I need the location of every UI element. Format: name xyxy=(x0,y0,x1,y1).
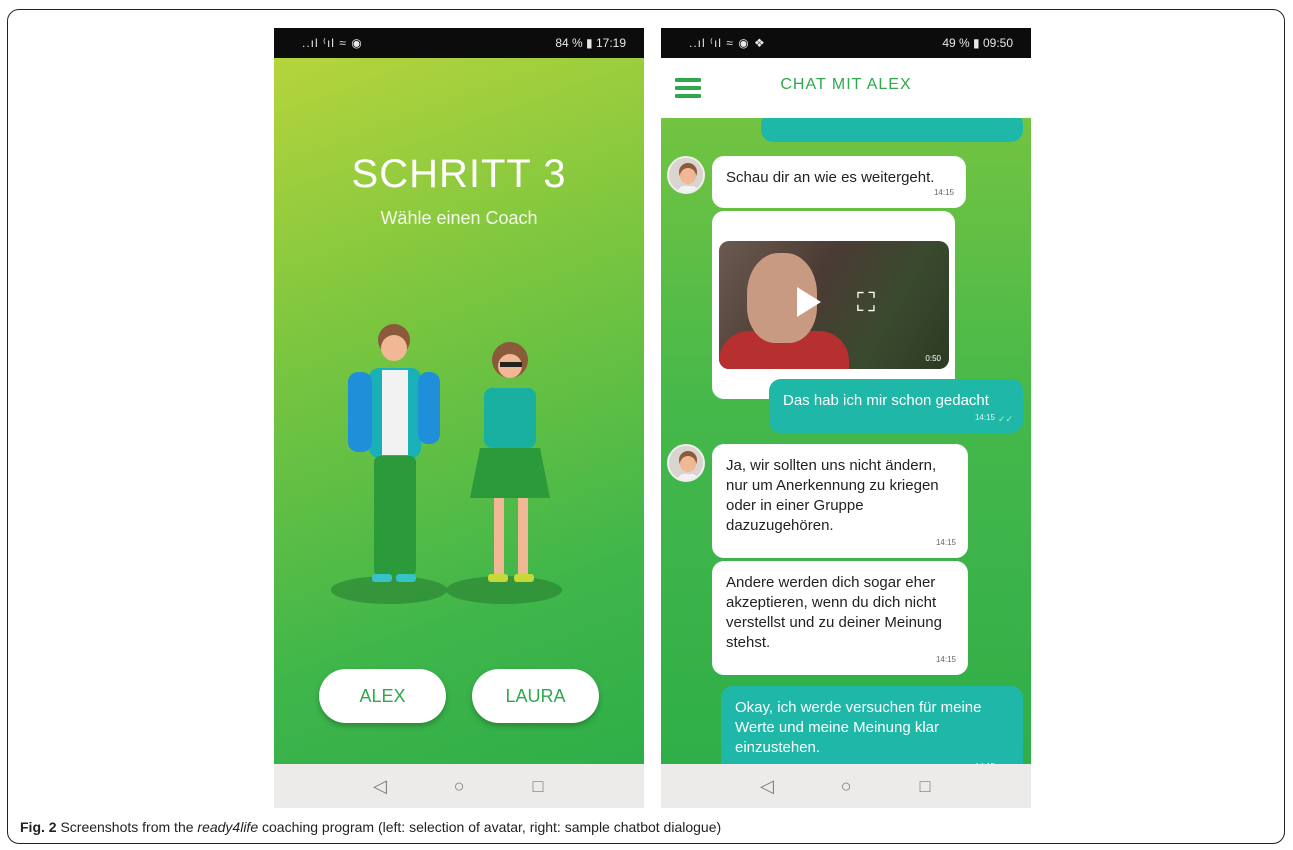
video-duration: 0:50 xyxy=(925,354,941,363)
chat-screen: CHAT MIT ALEX Schau dir an wie es weiter… xyxy=(661,58,1031,782)
back-icon[interactable]: ◁ xyxy=(756,775,778,797)
coach-illustration xyxy=(331,324,562,604)
status-icons-left: ..ıl ⁽ıl ≈ ◉ ❖ xyxy=(689,36,766,50)
message-text: Andere werden dich sogar eher akzeptiere… xyxy=(726,574,942,651)
caption-text: coaching program (left: selection of ava… xyxy=(258,819,722,835)
program-name: ready4life xyxy=(197,819,259,835)
home-icon[interactable]: ○ xyxy=(835,775,857,797)
chat-header: CHAT MIT ALEX xyxy=(661,58,1031,118)
figure-frame xyxy=(7,9,1285,844)
read-receipt-icon: ✓✓ xyxy=(997,414,1013,424)
system-nav-bar: ◁ ○ □ xyxy=(661,764,1031,808)
step-title: SCHRITT 3 xyxy=(351,152,567,196)
message-bubble-outgoing: Das hab ich mir schon gedacht 14:15 ✓✓ xyxy=(769,379,1023,433)
home-icon[interactable]: ○ xyxy=(448,775,470,797)
caption-text: Screenshots from the xyxy=(56,819,198,835)
play-icon[interactable] xyxy=(797,287,821,317)
alex-avatar xyxy=(667,156,705,194)
laura-figure xyxy=(470,342,550,582)
figure-label: Fig. 2 xyxy=(20,819,57,835)
message-time: 14:15 xyxy=(935,538,956,547)
alex-figure xyxy=(348,324,440,582)
message-time: 14:15 xyxy=(935,655,956,664)
status-icons-left: ..ıl ⁽ıl ≈ ◉ xyxy=(302,36,363,50)
chat-title: CHAT MIT ALEX xyxy=(780,76,912,93)
recent-apps-icon[interactable]: □ xyxy=(527,775,549,797)
phone-chat: ..ıl ⁽ıl ≈ ◉ ❖ 49 % ▮ 09:50 CHAT MIT ALE… xyxy=(661,28,1031,808)
fullscreen-icon[interactable]: ⛶ xyxy=(851,287,881,317)
message-time: 14:15 xyxy=(974,413,995,422)
step-subtitle: Wähle einen Coach xyxy=(380,208,538,228)
phone-coach-selection: ..ıl ⁽ıl ≈ ◉ 84 % ▮ 17:19 SCHRITT 3 Wähl… xyxy=(274,28,644,808)
message-bubble-incoming: Ja, wir sollten uns nicht ändern, nur um… xyxy=(712,444,968,558)
alex-button[interactable]: ALEX xyxy=(319,669,446,723)
system-nav-bar: ◁ ○ □ xyxy=(274,764,644,808)
laura-button[interactable]: LAURA xyxy=(472,669,599,723)
alex-avatar xyxy=(667,444,705,482)
back-icon[interactable]: ◁ xyxy=(369,775,391,797)
message-text: Schau dir an wie es weitergeht. xyxy=(726,169,935,186)
message-bubble-incoming: Schau dir an wie es weitergeht. 14:15 xyxy=(712,156,966,208)
message-text: Okay, ich werde versuchen für meine Wert… xyxy=(735,699,982,756)
status-bar: ..ıl ⁽ıl ≈ ◉ 84 % ▮ 17:19 xyxy=(274,28,644,58)
message-time: 14:15 xyxy=(933,188,954,197)
message-bubble-incoming: Andere werden dich sogar eher akzeptiere… xyxy=(712,561,968,675)
status-icons-right: 49 % ▮ 09:50 xyxy=(942,36,1013,50)
video-player[interactable]: ⛶ 0:50 xyxy=(719,241,949,369)
recent-apps-icon[interactable]: □ xyxy=(914,775,936,797)
status-bar: ..ıl ⁽ıl ≈ ◉ ❖ 49 % ▮ 09:50 xyxy=(661,28,1031,58)
message-text: Ja, wir sollten uns nicht ändern, nur um… xyxy=(726,457,939,534)
status-icons-right: 84 % ▮ 17:19 xyxy=(555,36,626,50)
figure-caption: Fig. 2 Screenshots from the ready4life c… xyxy=(20,819,721,835)
coach-selection-screen: SCHRITT 3 Wähle einen Coach ALEX LAURA xyxy=(274,58,644,764)
